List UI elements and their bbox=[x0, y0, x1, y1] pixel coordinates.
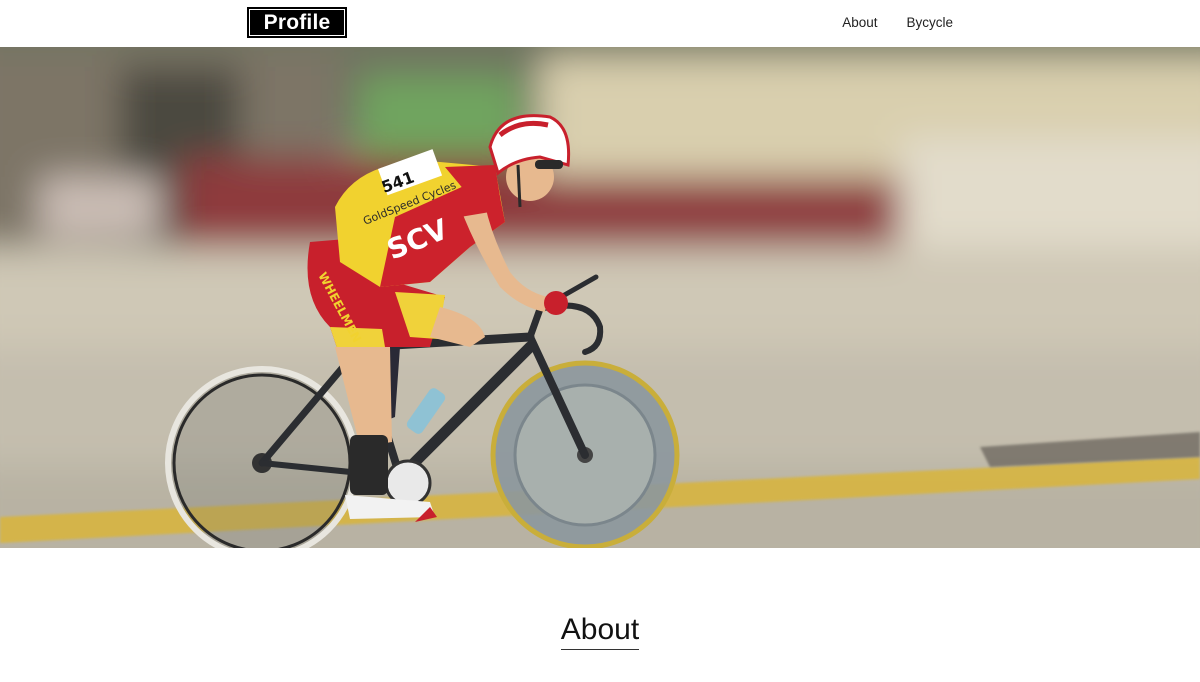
main-nav: About Bycycle bbox=[842, 14, 953, 32]
about-section-heading: About bbox=[0, 612, 1200, 650]
hero-image: SCV GoldSpeed Cycles WHEELMEN 541 bbox=[0, 47, 1200, 548]
site-header: Profile About Bycycle bbox=[0, 0, 1200, 47]
site-logo[interactable]: Profile bbox=[247, 7, 347, 38]
nav-link-about[interactable]: About bbox=[842, 14, 877, 32]
nav-link-bycycle[interactable]: Bycycle bbox=[906, 14, 953, 32]
about-title: About bbox=[560, 612, 640, 650]
cyclist-photo: SCV GoldSpeed Cycles WHEELMEN 541 bbox=[0, 47, 1200, 548]
